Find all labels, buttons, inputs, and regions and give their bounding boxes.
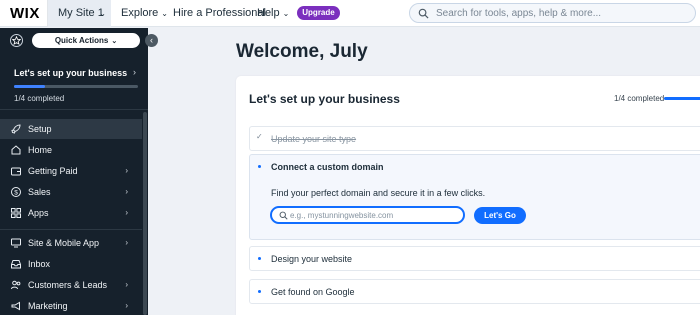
step-connect-domain[interactable]: Connect a custom domain Find your perfec… xyxy=(249,154,700,240)
sidebar-item-label: Marketing xyxy=(28,301,68,311)
sidebar-item-getting-paid[interactable]: Getting Paid › xyxy=(0,161,142,181)
sidebar-item-site-mobile-app[interactable]: Site & Mobile App › xyxy=(0,233,142,253)
nav-hire-label: Hire a Professional xyxy=(173,7,266,19)
sidebar-item-marketing[interactable]: Marketing › xyxy=(0,296,142,315)
wix-logo[interactable]: WIX xyxy=(10,5,40,22)
sidebar-item-apps[interactable]: Apps › xyxy=(0,203,142,223)
search-icon xyxy=(279,211,288,220)
sidebar-item-label: Getting Paid xyxy=(28,166,78,176)
checklist-progress-text: 1/4 completed xyxy=(614,94,665,103)
chevron-right-icon: › xyxy=(125,166,128,175)
bullet-icon xyxy=(258,290,261,293)
sidebar-item-label: Apps xyxy=(28,208,49,218)
chevron-right-icon: › xyxy=(125,187,128,196)
sidebar-item-label: Sales xyxy=(28,187,51,197)
inbox-icon xyxy=(11,260,21,269)
monitor-icon xyxy=(11,238,21,248)
bullet-icon xyxy=(258,165,261,168)
setup-progress-text: 1/4 completed xyxy=(14,94,65,103)
chevron-right-icon: › xyxy=(125,208,128,217)
chevron-right-icon: › xyxy=(125,238,128,247)
search-bar[interactable]: Search for tools, apps, help & more... xyxy=(409,3,696,23)
sidebar: Quick Actions ⌄ Let's set up your busines… xyxy=(0,28,148,315)
top-bar: WIX My Site 1 ⌄ Explore ⌄ Hire a Professi… xyxy=(0,0,700,27)
nav-help-label: Help xyxy=(257,7,280,19)
people-icon xyxy=(11,280,21,290)
setup-progress-bar xyxy=(14,85,138,88)
setup-card-title: Let's set up your business xyxy=(14,68,128,78)
rocket-icon xyxy=(11,124,21,134)
upgrade-button[interactable]: Upgrade xyxy=(297,6,340,20)
sidebar-divider xyxy=(0,229,142,230)
step-get-found-google[interactable]: Get found on Google xyxy=(249,279,700,304)
checkmark-icon: ✓ xyxy=(256,132,263,141)
site-selector-label: My Site 1 xyxy=(58,7,104,19)
sidebar-item-label: Customers & Leads xyxy=(28,280,108,290)
chevron-down-icon: ⌄ xyxy=(282,9,290,18)
nav-explore[interactable]: Explore ⌄ xyxy=(121,0,168,27)
step-label: Connect a custom domain xyxy=(271,162,384,172)
checklist-title: Let's set up your business xyxy=(249,92,400,106)
step-label: Design your website xyxy=(271,254,353,264)
quick-actions-button[interactable]: Quick Actions ⌄ xyxy=(32,33,140,48)
chevron-down-icon: ⌄ xyxy=(99,9,106,18)
megaphone-icon xyxy=(11,301,20,311)
step-label: Get found on Google xyxy=(271,287,355,297)
sidebar-item-label: Site & Mobile App xyxy=(28,238,100,248)
nav-help[interactable]: Help ⌄ xyxy=(257,0,289,27)
home-icon xyxy=(11,145,21,155)
step-description: Find your perfect domain and secure it i… xyxy=(271,188,486,198)
step-label: Update your site type xyxy=(271,134,357,144)
chevron-right-icon: › xyxy=(133,67,136,77)
wallet-icon xyxy=(11,167,21,176)
step-design-website[interactable]: Design your website xyxy=(249,246,700,271)
svg-text:$: $ xyxy=(14,189,18,196)
sidebar-item-inbox[interactable]: Inbox xyxy=(0,254,142,274)
setup-progress-fill xyxy=(14,85,45,88)
star-icon[interactable] xyxy=(10,34,23,47)
setup-checklist-card: Let's set up your business 1/4 completed… xyxy=(236,76,700,315)
sidebar-item-label: Home xyxy=(28,145,53,155)
chevron-down-icon: ⌄ xyxy=(161,9,168,18)
site-selector[interactable]: My Site 1 ⌄ xyxy=(48,0,111,27)
domain-search-field[interactable] xyxy=(270,206,465,224)
page-title: Welcome, July xyxy=(236,41,368,62)
sidebar-item-home[interactable]: Home xyxy=(0,140,142,160)
nav-explore-label: Explore xyxy=(121,7,159,19)
setup-progress-card[interactable]: Let's set up your business › 1/4 complet… xyxy=(0,58,148,110)
chevron-right-icon: › xyxy=(125,301,128,310)
collapse-sidebar-button[interactable]: ‹ xyxy=(145,34,158,47)
nav-hire-professional[interactable]: Hire a Professional xyxy=(173,0,266,27)
sidebar-item-customers-leads[interactable]: Customers & Leads › xyxy=(0,275,142,295)
lets-go-button[interactable]: Let's Go xyxy=(474,207,526,224)
apps-icon xyxy=(11,208,21,218)
chevron-right-icon: › xyxy=(125,280,128,289)
chevron-down-icon: ⌄ xyxy=(111,38,118,45)
checklist-progress-bar xyxy=(664,97,700,100)
search-icon xyxy=(418,8,429,19)
dollar-icon: $ xyxy=(11,187,21,197)
step-update-site-type[interactable]: ✓ Update your site type xyxy=(249,126,700,151)
sidebar-item-label: Inbox xyxy=(28,259,51,269)
domain-input[interactable] xyxy=(290,208,460,222)
sidebar-scrollbar[interactable] xyxy=(143,112,147,315)
quick-actions-label: Quick Actions xyxy=(54,36,109,45)
sidebar-item-sales[interactable]: $ Sales › xyxy=(0,182,142,202)
bullet-icon xyxy=(258,257,261,260)
search-placeholder: Search for tools, apps, help & more... xyxy=(436,8,602,19)
sidebar-item-label: Setup xyxy=(28,124,52,134)
sidebar-item-setup[interactable]: Setup xyxy=(0,119,142,139)
